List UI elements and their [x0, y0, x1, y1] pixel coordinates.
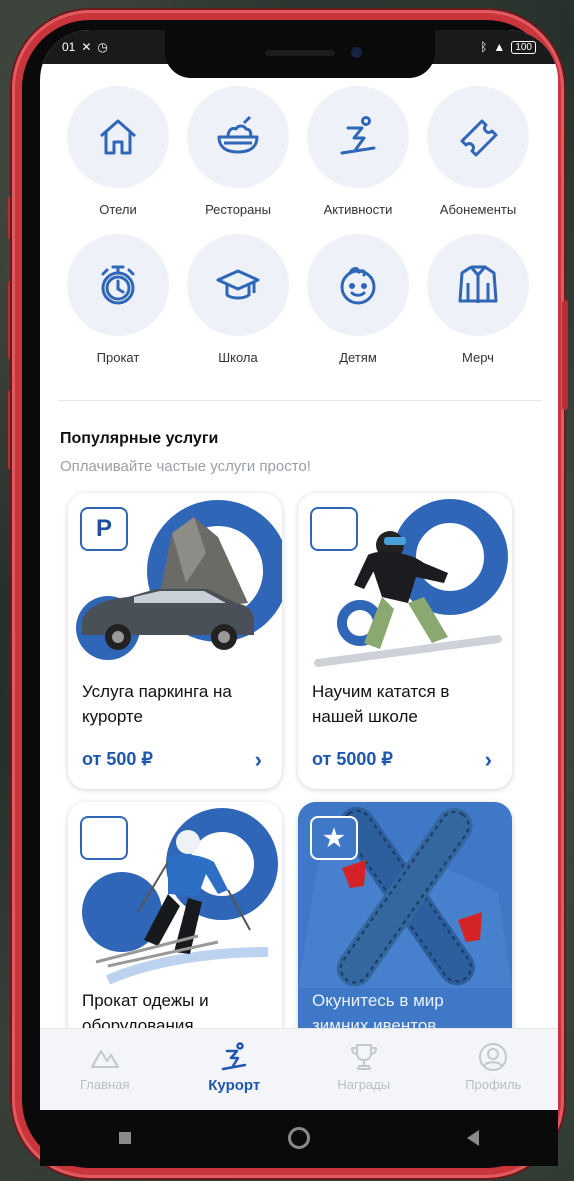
popular-title: Популярные услуги — [60, 430, 219, 447]
chevron-right-icon[interactable]: › — [255, 747, 262, 773]
category-passes[interactable]: Абонементы — [418, 86, 538, 218]
profile-icon — [479, 1043, 508, 1071]
category-label: Рестораны — [205, 202, 271, 217]
category-school[interactable]: Школа — [178, 234, 298, 366]
category-kids[interactable]: Детям — [298, 234, 418, 366]
no-sound-icon: ✕ — [81, 40, 92, 54]
category-label: Прокат — [96, 350, 140, 365]
bluetooth-icon: ᛒ — [480, 40, 488, 54]
card-price: от 500 ₽ — [82, 749, 153, 769]
tab-label: Награды — [337, 1077, 391, 1092]
tab-profile[interactable]: Профиль — [438, 1041, 548, 1092]
recent-apps-icon[interactable] — [118, 1132, 131, 1144]
category-label: Активности — [323, 202, 393, 217]
android-nav-bar — [40, 1110, 558, 1166]
bottom-tab-bar: Главная Курорт Награды Профиль — [40, 1028, 558, 1110]
popular-subtitle: Оплачивайте частые услуги просто! — [60, 458, 311, 475]
category-circle — [427, 234, 529, 336]
chevron-right-icon[interactable]: › — [485, 747, 492, 773]
house-icon — [100, 119, 136, 155]
category-label: Отели — [99, 202, 137, 217]
service-card-school[interactable]: Научим кататся в нашей школе от 5000 ₽ › — [298, 493, 512, 789]
category-circle — [187, 86, 289, 188]
skier-icon — [340, 116, 376, 155]
alarm-icon: ◷ — [97, 40, 108, 54]
jacket-icon — [458, 265, 498, 303]
child-face-icon — [340, 267, 376, 305]
card-price: от 5000 ₽ — [312, 749, 393, 769]
category-label: Мерч — [462, 350, 494, 365]
category-restaurants[interactable]: Рестораны — [178, 86, 298, 218]
category-activities[interactable]: Активности — [298, 86, 418, 218]
category-merch[interactable]: Мерч — [418, 234, 538, 366]
trophy-icon — [350, 1044, 377, 1070]
card-title: Услуга паркинга на курорте — [82, 682, 232, 726]
category-grid: Отели Рестораны Активности Абонементы Пр… — [58, 86, 538, 366]
home-button-icon[interactable] — [287, 1127, 310, 1149]
category-label: Детям — [339, 350, 377, 365]
tab-home[interactable]: Главная — [50, 1041, 160, 1092]
tab-label: Курорт — [208, 1077, 261, 1094]
tab-label: Профиль — [465, 1077, 522, 1092]
category-label: Абонементы — [439, 202, 517, 217]
food-bowl-icon — [217, 115, 259, 154]
category-rental[interactable]: Прокат — [58, 234, 178, 366]
category-circle — [67, 86, 169, 188]
graduation-cap-icon — [216, 269, 260, 300]
status-time: 01 — [62, 40, 76, 54]
card-title: Научим кататся в нашей школе — [312, 682, 450, 726]
mountain-icon — [90, 1050, 119, 1068]
parking-badge-icon: P — [80, 507, 128, 551]
service-card-parking[interactable]: P Услуга паркинга на курорте от 500 ₽ › — [68, 493, 282, 789]
phone-power-button — [562, 300, 568, 410]
tab-resort[interactable]: Курорт — [179, 1041, 289, 1094]
phone-notch — [165, 30, 435, 78]
star-icon: ★ — [310, 816, 358, 860]
signal-icon: ▲ — [493, 40, 506, 54]
back-icon[interactable] — [467, 1130, 480, 1146]
tab-label: Главная — [80, 1077, 130, 1092]
speaker-grille — [265, 50, 335, 56]
battery-indicator: 100 — [511, 40, 536, 54]
category-circle — [427, 86, 529, 188]
category-circle — [307, 234, 409, 336]
card-badge-icon — [80, 816, 128, 860]
tab-rewards[interactable]: Награды — [309, 1041, 419, 1092]
category-label: Школа — [218, 350, 258, 365]
ticket-icon — [460, 119, 498, 157]
skier-icon — [222, 1042, 247, 1071]
front-camera — [351, 47, 362, 58]
card-badge-icon — [310, 507, 358, 551]
section-divider — [58, 400, 542, 401]
category-circle — [187, 234, 289, 336]
category-hotels[interactable]: Отели — [58, 86, 178, 218]
app-screen: 01 ✕ ◷ ᛒ ▲ 100 Отели Рестораны Активност… — [40, 30, 558, 1110]
category-circle — [307, 86, 409, 188]
stopwatch-icon — [101, 265, 135, 305]
category-circle — [67, 234, 169, 336]
